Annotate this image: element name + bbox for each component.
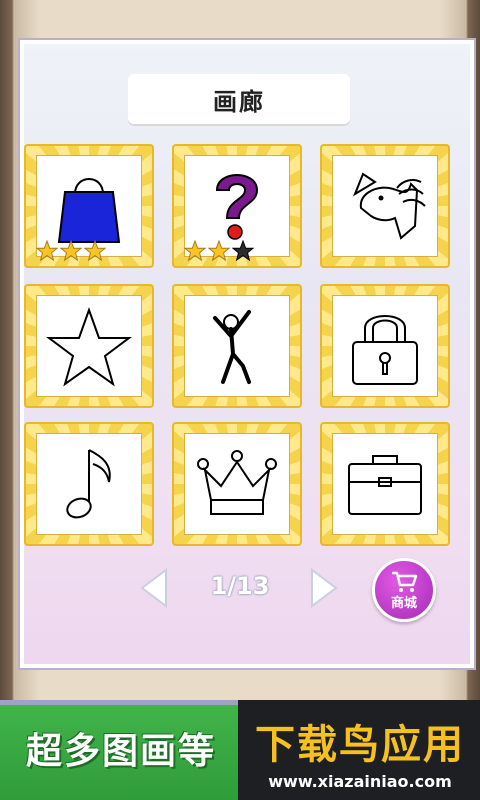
tile-canvas — [333, 296, 437, 396]
watermark-brand: 下载鸟应用 — [255, 722, 465, 768]
tile-briefcase[interactable] — [320, 422, 450, 546]
tile-canvas — [185, 296, 289, 396]
shopping-bag-icon — [57, 178, 121, 243]
tile-music-note[interactable] — [24, 422, 154, 546]
shopping-cart-icon — [392, 571, 418, 592]
tile-question[interactable] — [172, 144, 302, 268]
tile-crown[interactable] — [172, 422, 302, 546]
star-filled-icon — [208, 240, 230, 262]
tile-canvas — [37, 434, 141, 534]
tile-canvas — [333, 156, 437, 256]
promo-text: 超多图画等 — [26, 731, 217, 772]
tile-unicorn[interactable] — [320, 144, 450, 268]
shop-label: 商城 — [390, 595, 417, 611]
crown-icon — [197, 450, 277, 515]
star-empty-icon — [232, 240, 254, 262]
music-note-icon — [66, 449, 111, 519]
star-filled-icon — [84, 240, 106, 262]
tile-dancer[interactable] — [172, 284, 302, 408]
star-filled-icon — [60, 240, 82, 262]
star-rating — [184, 240, 254, 262]
tile-star[interactable] — [24, 284, 154, 408]
star-rating — [36, 240, 106, 262]
shop-button[interactable]: 商城 — [372, 558, 436, 622]
previous-page-icon[interactable] — [136, 566, 172, 610]
question-mark-icon — [215, 174, 259, 240]
tile-canvas — [37, 296, 141, 396]
star-filled-icon — [36, 240, 58, 262]
tile-canvas — [333, 434, 437, 534]
lock-icon — [352, 315, 418, 385]
page-indicator: 1/13 — [210, 572, 270, 600]
next-page-icon[interactable] — [306, 566, 342, 610]
tile-lock[interactable] — [320, 284, 450, 408]
watermark-url: www.xiazainiao.com — [268, 772, 452, 791]
briefcase-icon — [348, 455, 422, 515]
dancer-icon — [213, 310, 251, 384]
tile-bag[interactable] — [24, 144, 154, 268]
star-filled-icon — [184, 240, 206, 262]
unicorn-icon — [352, 172, 426, 240]
page-title-text: 画廊 — [213, 87, 265, 116]
page-title: 画廊 — [128, 74, 350, 124]
tile-canvas — [185, 434, 289, 534]
star-outline-icon — [46, 307, 132, 387]
